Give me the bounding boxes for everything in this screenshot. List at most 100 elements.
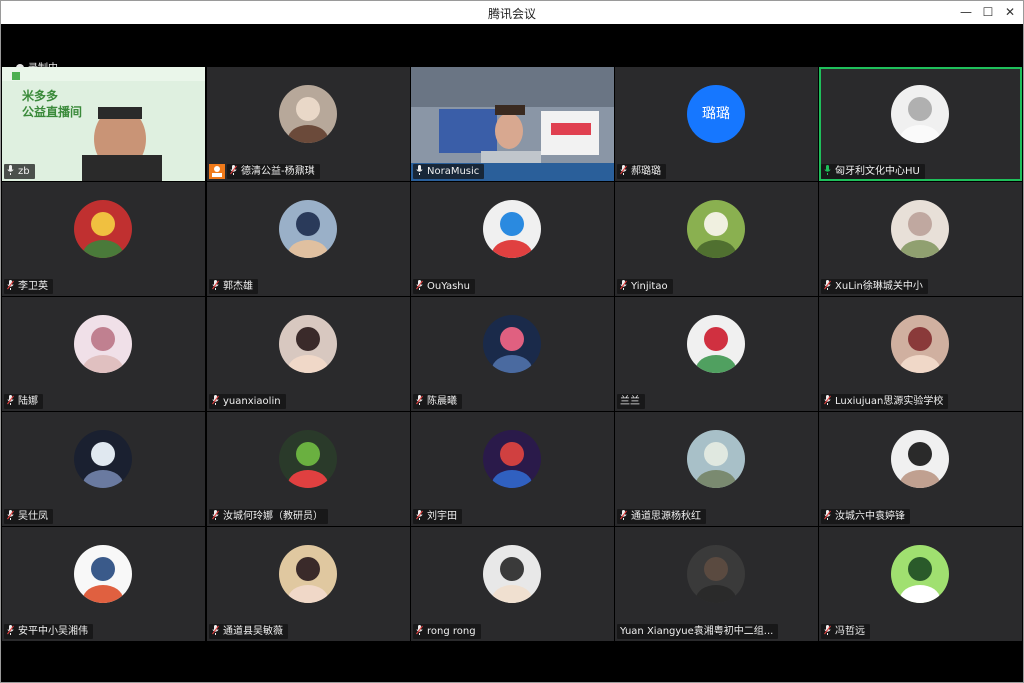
participant-name: 陈晨曦 [427,396,457,407]
banner-title: 米多多 [22,89,59,103]
participant-name: 陆娜 [18,396,38,407]
participant-name: 郝璐璐 [631,166,661,177]
avatar [74,200,132,258]
avatar [483,200,541,258]
participant-name: yuanxiaolin [223,396,281,407]
participant-name: 安平中小吴湘伟 [18,626,88,637]
mic-muted-icon [824,510,831,520]
avatar [891,315,949,373]
participant-name-label: OuYashu [413,279,475,294]
avatar [279,430,337,488]
microphone-icon [416,165,423,175]
participant-tile[interactable]: 吴仕凤 [2,412,205,526]
participant-tile[interactable]: OuYashu [411,182,614,296]
participant-name: 匈牙利文化中心HU [835,166,920,177]
participant-tile[interactable]: 冯哲远 [819,527,1022,641]
participant-tile[interactable]: 安平中小吴湘伟 [2,527,205,641]
avatar [483,430,541,488]
participant-name: 汝城何玲娜（教研员） [223,511,323,522]
participant-name-label: Yinjitao [617,279,673,294]
participant-tile[interactable]: yuanxiaolin [207,297,410,411]
participant-name-label: 德清公益-杨鼐琪 [227,164,320,179]
participant-name: 通道县吴敏薇 [223,626,283,637]
mic-muted-icon [620,280,627,290]
mic-muted-icon [212,510,219,520]
participant-name: Yinjitao [631,281,668,292]
participant-tile[interactable]: 李卫英 [2,182,205,296]
mic-muted-icon [620,510,627,520]
participant-tile[interactable]: 兰兰 [615,297,818,411]
participant-name-label: 安平中小吴湘伟 [4,624,93,639]
participant-tile[interactable]: 米多多 公益直播间 zb [2,67,205,181]
mic-muted-icon [416,625,423,635]
avatar [891,200,949,258]
minimize-icon[interactable]: — [955,3,977,22]
participant-name-label: yuanxiaolin [209,394,286,409]
participant-tile[interactable]: 陈晨曦 [411,297,614,411]
avatar [279,545,337,603]
avatar [483,545,541,603]
screen-share-icon [209,164,225,179]
participant-tile[interactable]: 郭杰雄 [207,182,410,296]
mic-muted-icon [824,625,831,635]
avatar [687,430,745,488]
meeting-window: 腾讯会议 — ☐ ✕ 录制中 米多多公益直播间zb德清公益-杨鼐琪NoraMus… [0,0,1024,683]
participant-name-label: 陈晨曦 [413,394,462,409]
participant-name-label: 汝城六中袁婷锋 [821,509,910,524]
participant-name-label: 郝璐璐 [617,164,666,179]
participant-name-label: XuLin徐琳城关中小 [821,279,928,294]
participant-tile[interactable]: 刘宇田 [411,412,614,526]
avatar [279,315,337,373]
participant-tile[interactable]: 通道思源杨秋红 [615,412,818,526]
window-title: 腾讯会议 [487,7,536,21]
participant-tile[interactable]: NoraMusic [411,67,614,181]
mic-muted-icon [7,625,14,635]
participant-name: 郭杰雄 [223,281,253,292]
mic-muted-icon [230,165,237,175]
participant-name-label: 吴仕凤 [4,509,53,524]
participant-tile[interactable]: 陆娜 [2,297,205,411]
participant-tile[interactable]: Yinjitao [615,182,818,296]
participant-tile[interactable]: 汝城何玲娜（教研员） [207,412,410,526]
participant-tile[interactable]: rong rong [411,527,614,641]
participant-name-label: 陆娜 [4,394,43,409]
avatar [687,315,745,373]
participant-tile[interactable]: Yuan Xiangyue袁湘粤初中二组... [615,527,818,641]
avatar [74,430,132,488]
participant-name-label: rong rong [413,624,481,639]
avatar [891,545,949,603]
participant-tile[interactable]: 通道县吴敏薇 [207,527,410,641]
mic-muted-icon [7,280,14,290]
participant-name-label: 刘宇田 [413,509,462,524]
participant-name-label: 兰兰 [617,394,645,409]
title-bar: 腾讯会议 — ☐ ✕ [1,1,1023,24]
mic-muted-icon [212,395,219,405]
participant-tile[interactable]: 璐璐 郝璐璐 [615,67,818,181]
participant-name: 德清公益-杨鼐琪 [241,166,315,177]
participant-name: 兰兰 [620,396,640,407]
close-icon[interactable]: ✕ [999,3,1021,22]
participant-tile[interactable]: Luxiujuan思源实验学校 [819,297,1022,411]
avatar [279,85,337,143]
participant-name: 李卫英 [18,281,48,292]
participant-tile[interactable]: 匈牙利文化中心HU [819,67,1022,181]
participant-name-label: 通道思源杨秋红 [617,509,706,524]
participant-tile[interactable]: 汝城六中袁婷锋 [819,412,1022,526]
participant-name: Yuan Xiangyue袁湘粤初中二组... [620,626,774,637]
participant-name: zb [18,166,30,177]
participant-tile[interactable]: 德清公益-杨鼐琪 [207,67,410,181]
participant-name: NoraMusic [427,166,480,177]
mic-muted-icon [416,280,423,290]
avatar [687,545,745,603]
maximize-icon[interactable]: ☐ [977,3,999,22]
participant-name: OuYashu [427,281,470,292]
participant-name: 吴仕凤 [18,511,48,522]
mic-muted-icon [212,280,219,290]
participant-name: rong rong [427,626,476,637]
avatar [279,200,337,258]
participant-name-label: 郭杰雄 [209,279,258,294]
participant-name-label: 冯哲远 [821,624,870,639]
participant-name: 汝城六中袁婷锋 [835,511,905,522]
participant-name-label: zb [4,164,35,179]
participant-tile[interactable]: XuLin徐琳城关中小 [819,182,1022,296]
